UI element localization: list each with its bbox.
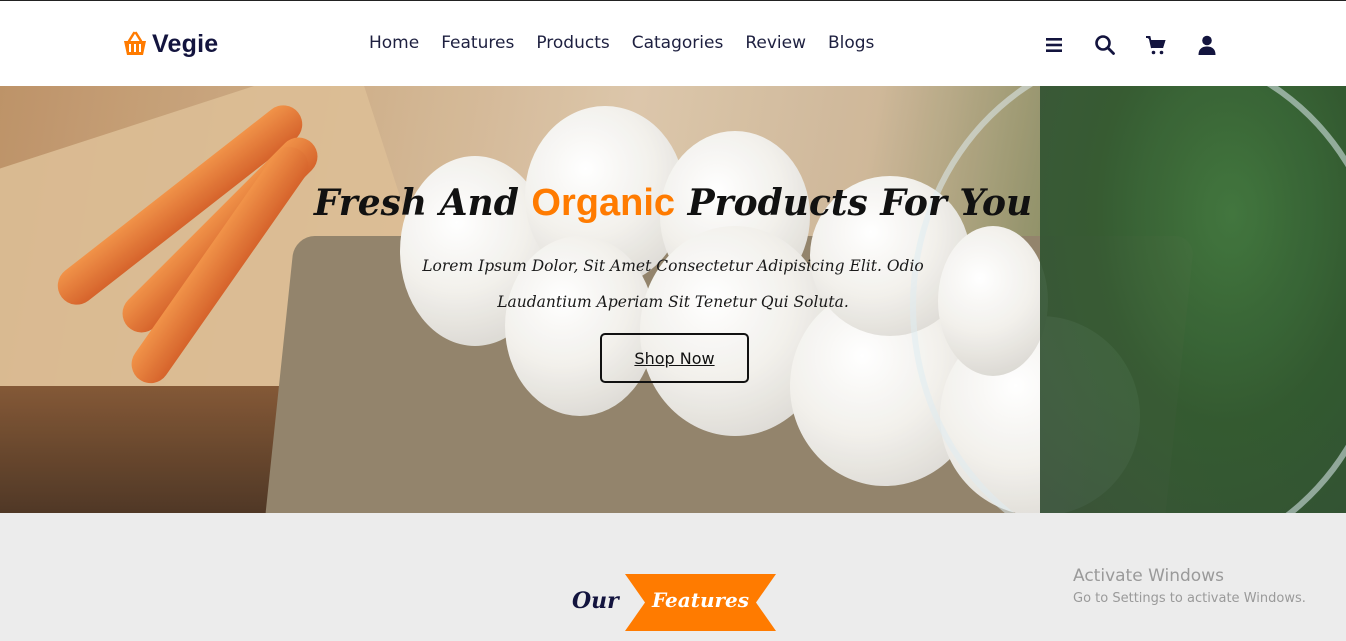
nav-features[interactable]: Features [441, 33, 514, 53]
watermark-subtitle: Go to Settings to activate Windows. [1073, 591, 1306, 606]
hero-banner: Fresh And Organic Products For You Lorem… [0, 86, 1346, 513]
header-actions [1040, 31, 1244, 59]
site-header: Vegie Home Features Products Catagories … [0, 0, 1346, 86]
brand-name: Vegie [152, 29, 219, 58]
user-icon[interactable] [1193, 31, 1221, 59]
hero-title-start: Fresh And [313, 182, 532, 224]
shop-now-button[interactable]: Shop Now [600, 333, 749, 383]
search-icon[interactable] [1091, 31, 1119, 59]
windows-activation-watermark: Activate Windows Go to Settings to activ… [1073, 566, 1306, 606]
nav-home[interactable]: Home [369, 33, 419, 53]
hero-description: Lorem Ipsum Dolor, Sit Amet Consectetur … [422, 257, 924, 311]
features-heading-prefix: Our [572, 588, 619, 614]
hero-title: Fresh And Organic Products For You [0, 182, 1346, 225]
nav-blogs[interactable]: Blogs [828, 33, 874, 53]
menu-icon[interactable] [1040, 31, 1068, 59]
nav-products[interactable]: Products [536, 33, 609, 53]
nav-review[interactable]: Review [745, 33, 806, 53]
cart-icon[interactable] [1142, 31, 1170, 59]
features-heading: Our Features [572, 574, 782, 632]
nav-catagories[interactable]: Catagories [632, 33, 724, 53]
watermark-title: Activate Windows [1073, 566, 1224, 586]
hero-title-end: Products For You [675, 182, 1033, 224]
main-nav: Home Features Products Catagories Review… [369, 33, 896, 53]
features-heading-label: Features [651, 588, 750, 612]
brand-logo[interactable]: Vegie [120, 26, 218, 62]
hero-title-accent: Organic [531, 182, 676, 224]
basket-icon [124, 31, 146, 55]
